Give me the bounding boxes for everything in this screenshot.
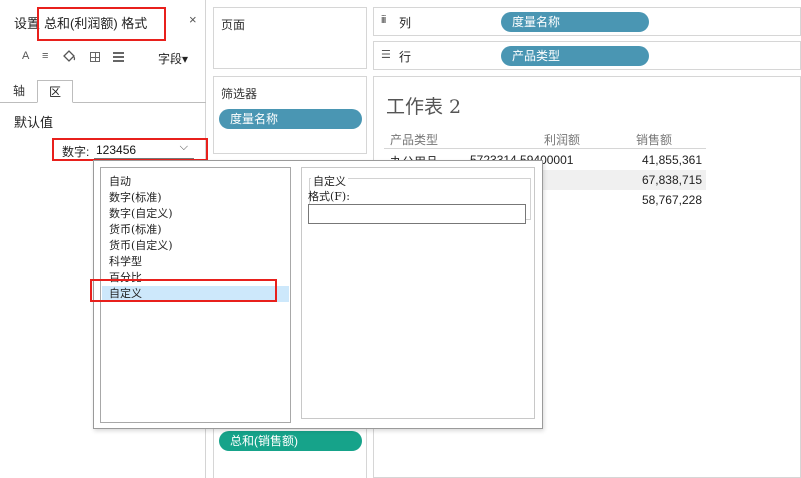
cell-sales: 58,767,228 (641, 193, 702, 207)
rows-shelf[interactable]: ☰ 行 产品类型 (373, 41, 801, 70)
format-type-list[interactable]: 自动 数字(标准) 数字(自定义) 货币(标准) 货币(自定义) 科学型 百分比… (90, 167, 291, 423)
default-section-label: 默认值 (14, 115, 54, 130)
tab-axis[interactable]: 轴 (4, 80, 34, 103)
rows-pill-product-type[interactable]: 产品类型 (501, 46, 649, 66)
custom-format-panel: 自定义 格式(F): (301, 167, 535, 419)
worksheet-title: 工作表 2 (386, 96, 462, 118)
column-header-sales[interactable]: 销售额 (636, 131, 672, 148)
lines-icon[interactable] (113, 52, 124, 62)
borders-icon[interactable] (90, 52, 100, 62)
format-option-scientific[interactable]: 科学型 (102, 254, 289, 270)
format-option-currency-custom[interactable]: 货币(自定义) (102, 238, 289, 254)
cell-sales: 41,855,361 (641, 153, 702, 167)
pages-shelf-label: 页面 (221, 18, 246, 32)
cell-sales: 67,838,715 (641, 173, 702, 187)
font-icon[interactable]: A (22, 50, 29, 62)
filters-shelf[interactable]: 筛选器 度量名称 (213, 76, 367, 154)
number-format-popup: 自动 数字(标准) 数字(自定义) 货币(标准) 货币(自定义) 科学型 百分比… (90, 160, 543, 429)
columns-shelf-label: 列 (399, 16, 412, 30)
alignment-icon[interactable]: ≡ (42, 50, 48, 62)
format-tabs: 轴 区 (0, 80, 206, 103)
columns-shelf[interactable]: iii 列 度量名称 (373, 7, 801, 36)
custom-format-legend: 自定义 (311, 173, 348, 189)
close-icon[interactable]: × (189, 12, 197, 27)
annotation-highlight-title (37, 7, 166, 41)
tab-pane[interactable]: 区 (37, 80, 73, 103)
rows-icon: ☰ (381, 49, 391, 61)
annotation-highlight-custom (90, 279, 277, 302)
format-option-number-custom[interactable]: 数字(自定义) (102, 206, 289, 222)
marks-pill-sum-sales[interactable]: 总和(销售额) (219, 431, 362, 451)
annotation-highlight-number (52, 138, 208, 161)
filters-shelf-label: 筛选器 (221, 87, 258, 101)
format-option-number-standard[interactable]: 数字(标准) (102, 190, 289, 206)
format-string-input[interactable] (308, 204, 526, 224)
columns-pill-measure-names[interactable]: 度量名称 (501, 12, 649, 32)
header-divider (384, 148, 706, 149)
format-option-auto[interactable]: 自动 (102, 174, 289, 190)
column-header-category[interactable]: 产品类型 (390, 131, 438, 148)
shading-icon[interactable] (62, 50, 76, 65)
filter-pill-measure-names[interactable]: 度量名称 (219, 109, 362, 129)
format-string-label: 格式(F): (308, 190, 350, 203)
pages-shelf[interactable]: 页面 (213, 7, 367, 69)
fields-dropdown-button[interactable]: 字段▾ (158, 50, 188, 67)
rows-shelf-label: 行 (399, 50, 412, 64)
columns-icon: iii (381, 14, 386, 26)
column-header-profit[interactable]: 利润额 (544, 131, 580, 148)
format-option-currency-standard[interactable]: 货币(标准) (102, 222, 289, 238)
